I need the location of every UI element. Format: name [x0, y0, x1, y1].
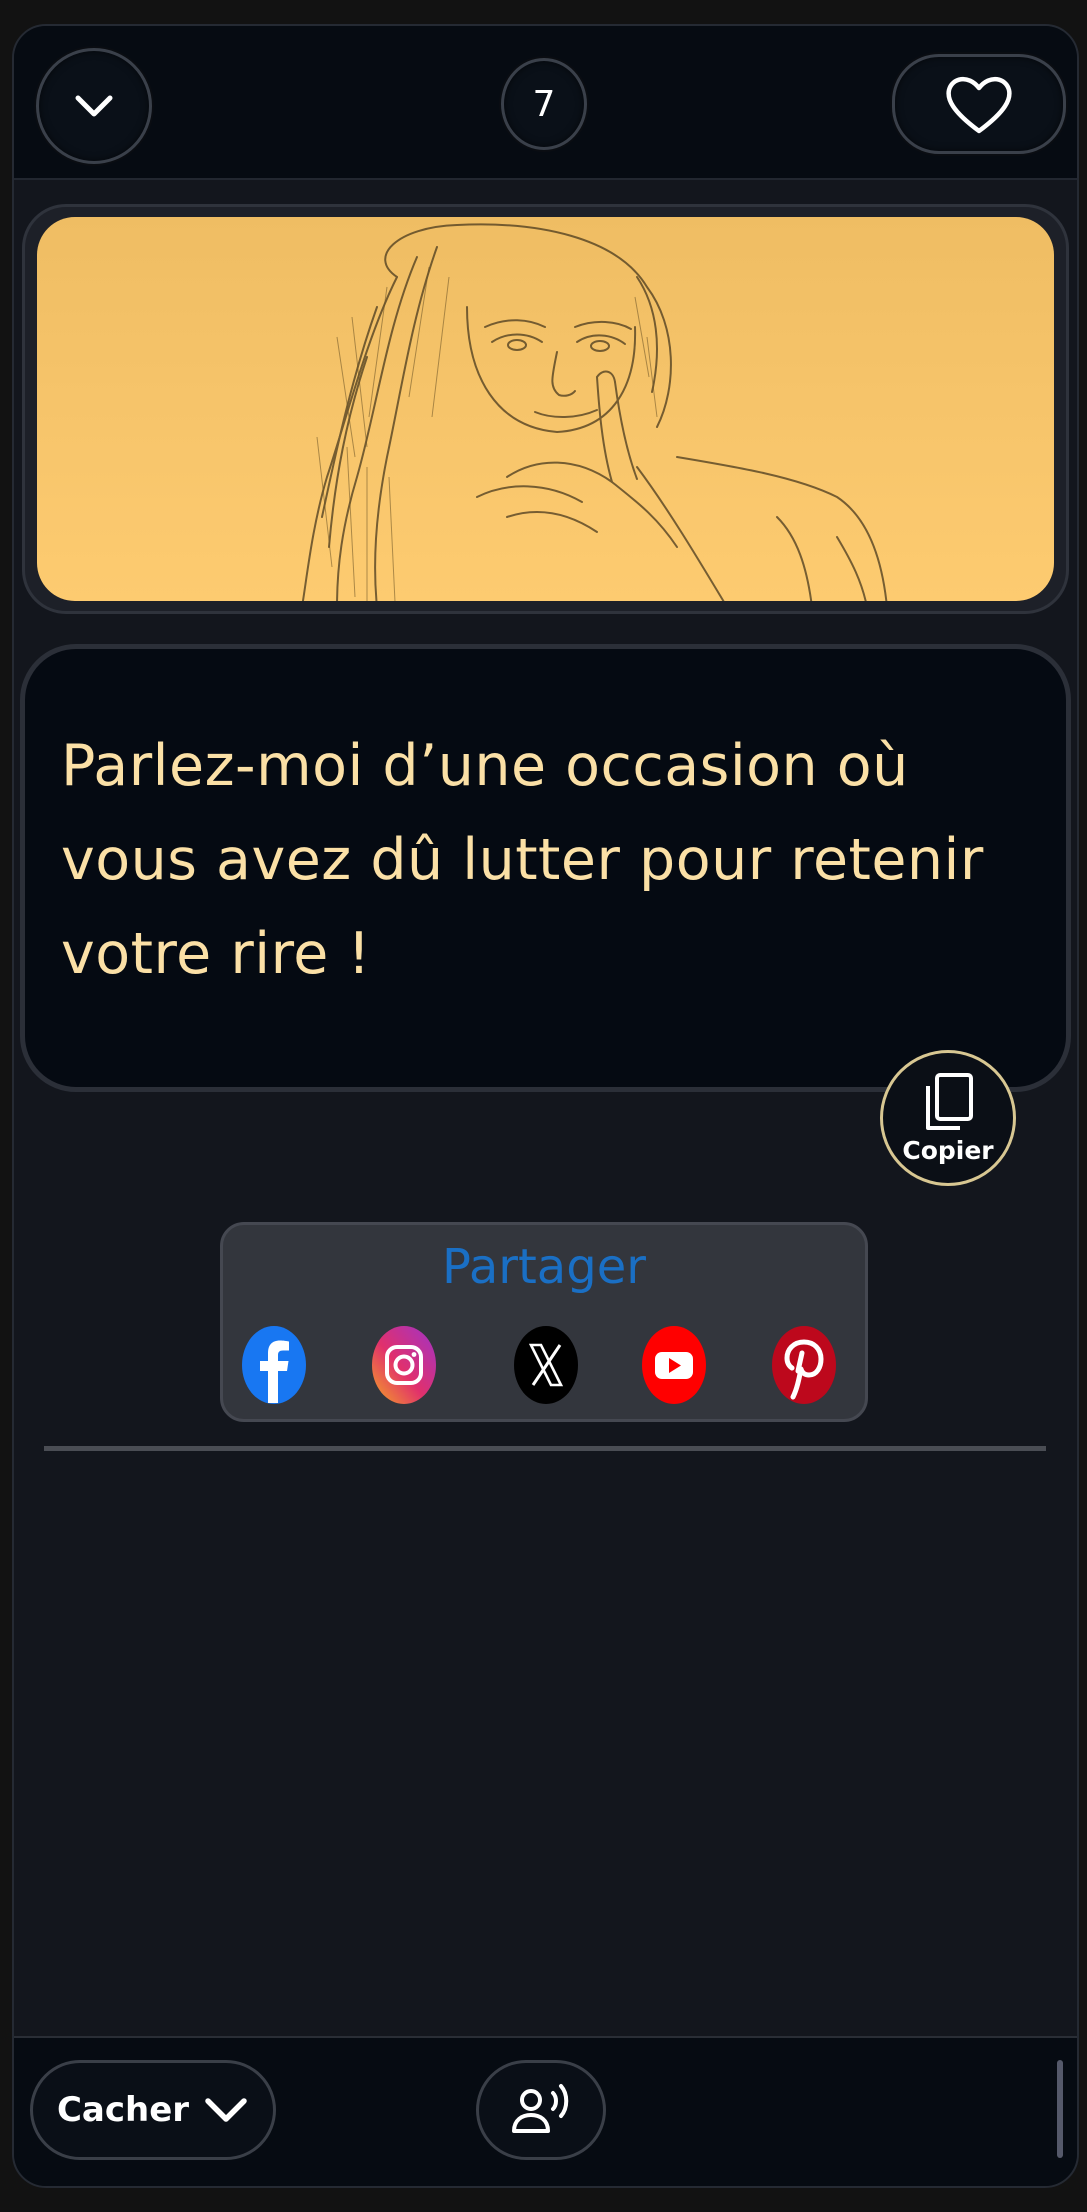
voice-read-button[interactable]	[476, 2060, 606, 2160]
sketch-portrait-image	[37, 217, 1054, 601]
collapse-button[interactable]	[36, 48, 152, 164]
facebook-share-button[interactable]	[241, 1325, 307, 1405]
facebook-icon	[242, 1326, 306, 1404]
heart-outline-icon	[946, 77, 1012, 134]
quote-text: Parlez-moi d’une occasion où vous avez d…	[61, 733, 984, 987]
hide-button[interactable]: Cacher	[30, 2060, 276, 2160]
share-title: Partager	[442, 1239, 646, 1295]
top-bar: 7	[14, 26, 1077, 180]
x-icon	[514, 1326, 578, 1404]
pinterest-share-button[interactable]	[771, 1325, 837, 1405]
copy-icon	[926, 1072, 973, 1130]
x-share-button[interactable]	[513, 1325, 579, 1405]
hide-label: Cacher	[56, 2090, 190, 2130]
scroll-handle[interactable]	[1057, 2060, 1063, 2158]
pinterest-icon	[772, 1326, 836, 1404]
quote-card: Parlez-moi d’une occasion où vous avez d…	[20, 644, 1071, 1092]
youtube-icon	[642, 1326, 706, 1404]
bottom-bar: Cacher	[14, 2036, 1077, 2186]
instagram-icon	[372, 1326, 436, 1404]
youtube-share-button[interactable]	[641, 1325, 707, 1405]
copy-button[interactable]: Copier	[880, 1050, 1016, 1186]
share-panel: Partager	[220, 1222, 868, 1422]
chevron-down-icon	[75, 95, 113, 117]
section-divider	[44, 1446, 1046, 1451]
item-counter: 7	[501, 58, 587, 150]
chevron-down-icon	[205, 2098, 247, 2122]
illustration-card	[22, 204, 1069, 614]
copy-label: Copier	[902, 1135, 994, 1165]
favorite-button[interactable]	[892, 54, 1066, 154]
voice-icon	[512, 2084, 569, 2133]
instagram-share-button[interactable]	[371, 1325, 437, 1405]
app-screen: 7 Parlez-moi d’une occasion où vous avez…	[12, 24, 1079, 2188]
